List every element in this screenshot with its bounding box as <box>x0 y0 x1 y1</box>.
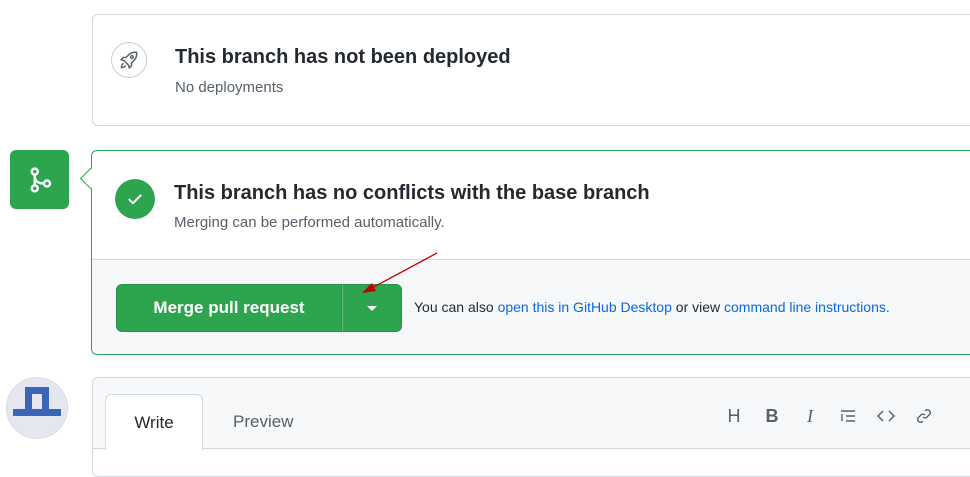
also-prefix: You can also <box>414 299 498 315</box>
tab-preview[interactable]: Preview <box>233 412 293 432</box>
link-icon[interactable] <box>905 405 943 427</box>
alternative-instructions: You can also open this in GitHub Desktop… <box>414 299 890 315</box>
merge-pull-request-button[interactable]: Merge pull request <box>116 284 342 332</box>
git-merge-icon <box>10 150 69 209</box>
merge-actions: Merge pull request You can also open thi… <box>92 259 970 354</box>
card-pointer <box>79 167 102 190</box>
merge-status-title: This branch has no conflicts with the ba… <box>174 182 650 204</box>
deployment-title: This branch has not been deployed <box>175 46 511 68</box>
editor-tab-bar: Write Preview H B I <box>93 378 970 450</box>
merge-method-dropdown-button[interactable] <box>342 284 402 332</box>
tab-write[interactable]: Write <box>105 394 203 450</box>
merge-status-subtitle: Merging can be performed automatically. <box>174 214 445 231</box>
formatting-toolbar: H B I <box>715 405 943 427</box>
also-middle: or view <box>671 299 725 315</box>
avatar <box>6 377 68 439</box>
check-icon <box>115 179 155 219</box>
caret-down-icon <box>367 305 377 311</box>
comment-editor: Write Preview H B I <box>92 377 970 477</box>
deployment-status-card: This branch has not been deployed No dep… <box>92 14 970 126</box>
heading-button[interactable]: H <box>715 405 753 427</box>
command-line-instructions-link[interactable]: command line instructions. <box>724 299 890 315</box>
italic-button[interactable]: I <box>791 405 829 427</box>
deployment-subtitle: No deployments <box>175 79 284 96</box>
merge-status-card: This branch has no conflicts with the ba… <box>79 150 970 355</box>
open-in-desktop-link[interactable]: open this in GitHub Desktop <box>498 299 672 315</box>
code-icon[interactable] <box>867 405 905 427</box>
merge-button-group: Merge pull request <box>116 284 402 332</box>
list-icon[interactable] <box>829 405 867 427</box>
rocket-icon <box>111 42 147 78</box>
bold-button[interactable]: B <box>753 405 791 427</box>
